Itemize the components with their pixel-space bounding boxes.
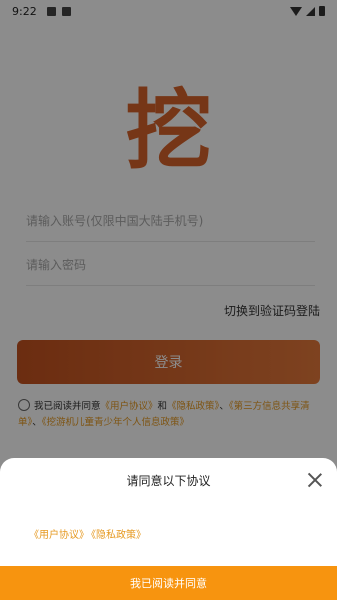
dialog-title: 请同意以下协议 bbox=[126, 474, 211, 488]
close-icon[interactable] bbox=[303, 468, 327, 492]
agreement-dialog: 请同意以下协议 《用户协议》 《隐私政策》 我已阅读并同意 bbox=[0, 458, 337, 600]
dialog-privacy-policy-link[interactable]: 《隐私政策》 bbox=[91, 530, 146, 541]
dialog-user-agreement-link[interactable]: 《用户协议》 bbox=[29, 530, 89, 541]
dialog-links: 《用户协议》 《隐私政策》 bbox=[29, 526, 148, 541]
agree-confirm-button[interactable]: 我已阅读并同意 bbox=[0, 566, 337, 600]
